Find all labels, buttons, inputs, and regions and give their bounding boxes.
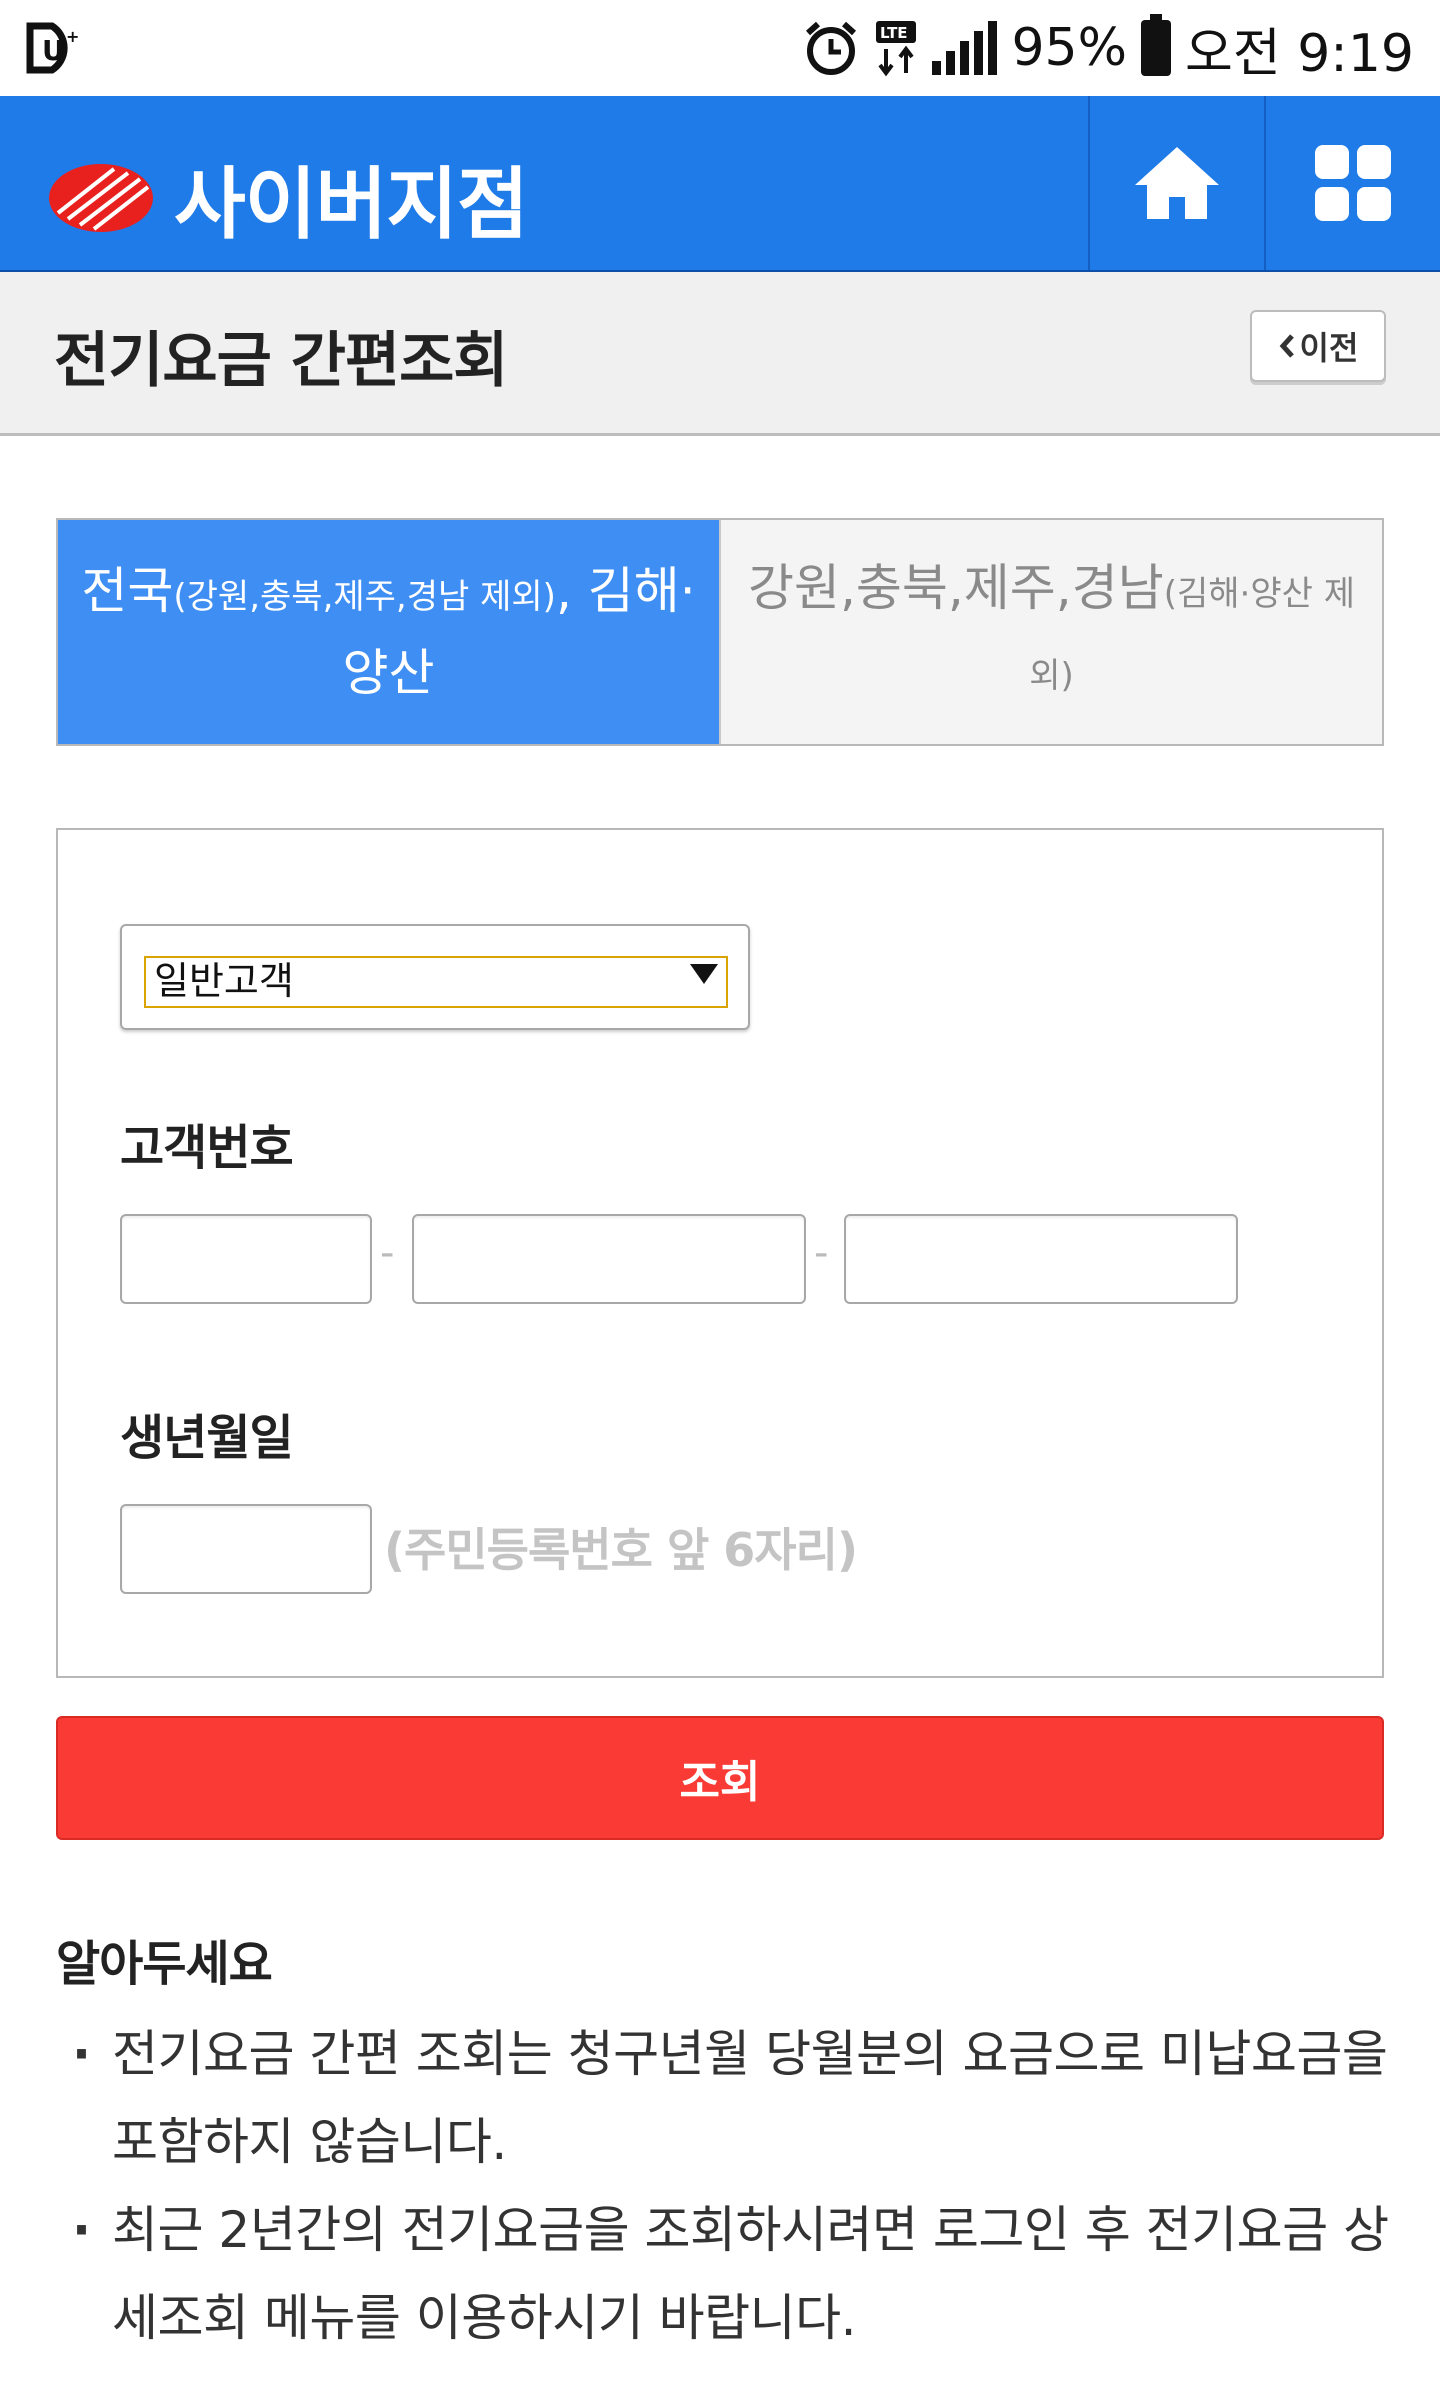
grid-menu-icon [1315,145,1391,221]
birthdate-field[interactable] [120,1504,372,1594]
separator: - [814,1230,829,1276]
menu-button[interactable] [1264,96,1440,270]
customer-number-label: 고객번호 [120,1120,294,1176]
app-header: 사이버지점 [0,96,1440,272]
home-button[interactable] [1088,96,1264,270]
lte-icon: LTE [876,21,917,77]
lookup-button[interactable]: 조회 [56,1716,1384,1840]
back-button[interactable]: 이전 [1250,310,1386,382]
customer-type-select-wrapper: 일반고객 [120,924,750,1030]
birthdate-hint: (주민등록번호 앞 6자리) [384,1523,858,1577]
status-bar: U + LTE 95% 오전 9:19 [0,0,1440,96]
customer-type-value: 일반고객 [154,959,294,1003]
brand[interactable]: 사이버지점 [44,142,529,254]
tab-nationwide[interactable]: 전국(강원,충북,제주,경남 제외), 김해·양산 [58,520,719,744]
page-title-bar: 전기요금 간편조회 이전 [0,272,1440,436]
dropdown-arrow-icon [690,964,718,984]
tab-label: 강원,충북,제주,경남 [748,559,1164,617]
clock: 오전 9:19 [1185,23,1414,84]
notice-item: 최근 2년간의 전기요금을 조회하시려면 로그인 후 전기요금 상세조회 메뉴를… [72,2186,1402,2362]
svg-text:LTE: LTE [880,24,908,42]
signal-icon [932,21,998,75]
customer-number-field-3[interactable] [844,1214,1238,1304]
svg-text:U: U [42,34,65,67]
notice-item: 전기요금 간편 조회는 청구년월 당월분의 요금으로 미납요금을 포함하지 않습… [72,2010,1402,2186]
svg-text:+: + [66,27,79,46]
alarm-icon [806,21,857,75]
birthdate-label: 생년월일 [120,1410,294,1466]
separator: - [380,1230,395,1276]
battery-percent: 95% [1011,18,1128,78]
battery-icon [1141,14,1172,76]
home-icon [1135,147,1219,219]
carrier-logo-icon: U + [26,22,79,74]
tab-label: 전국 [81,562,174,620]
region-tabs: 전국(강원,충북,제주,경남 제외), 김해·양산 강원,충북,제주,경남(김해… [56,518,1384,746]
tab-gangwon-region[interactable]: 강원,충북,제주,경남(김해·양산 제외) [719,520,1382,744]
brand-name: 사이버지점 [174,160,529,250]
customer-number-field-1[interactable] [120,1214,372,1304]
kepco-logo-icon [49,164,153,232]
page-title: 전기요금 간편조회 [54,326,508,396]
back-label: 이전 [1299,329,1359,367]
lookup-form: 일반고객 고객번호 - - 생년월일 (주민등록번호 앞 6자리) [56,828,1384,1678]
tab-label-note: (강원,충북,제주,경남 제외) [173,577,556,617]
notice-list: 전기요금 간편 조회는 청구년월 당월분의 요금으로 미납요금을 포함하지 않습… [72,2010,1402,2362]
notice-title: 알아두세요 [56,1936,273,1992]
chevron-left-icon [1279,334,1294,358]
customer-number-field-2[interactable] [412,1214,806,1304]
customer-type-select[interactable]: 일반고객 [144,956,728,1008]
